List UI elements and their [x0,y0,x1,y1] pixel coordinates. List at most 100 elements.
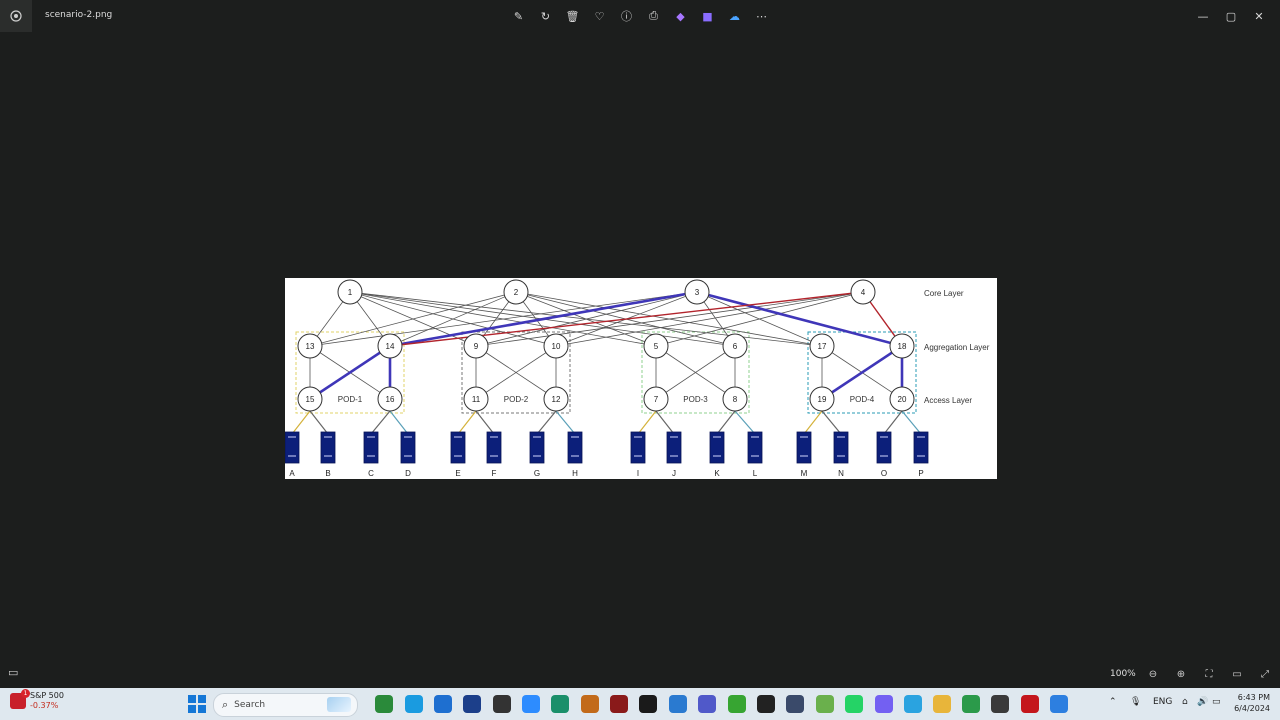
switch-node: 1 [337,279,363,305]
server-icon [529,431,545,464]
ticker-name: S&P 500 [30,691,64,700]
app-icon[interactable] [610,695,628,713]
switch-label: 13 [306,342,315,351]
server-label: K [714,469,720,478]
server-icon [666,431,682,464]
server-label: M [801,469,808,478]
zoom-out-icon[interactable]: ⊖ [1144,665,1162,683]
microphone-icon[interactable]: 🎙 [1130,697,1141,707]
fit-to-window-icon[interactable]: ⛶ [1200,665,1218,683]
rotate-icon[interactable]: ↻ [535,6,556,26]
server-uplink [734,410,756,435]
start-button[interactable] [188,695,206,713]
favorite-icon[interactable]: ♡ [589,6,610,26]
switch-label: 12 [552,395,561,404]
more-icon[interactable]: ⋯ [751,6,772,26]
server-label: D [405,469,411,478]
search-highlight-image [327,697,351,712]
switch-label: 8 [733,395,738,404]
server-label: G [534,469,540,478]
viber-icon[interactable] [875,695,893,713]
switch-node: 20 [889,386,915,412]
switch-label: 16 [386,395,395,404]
notepadpp-icon[interactable] [816,695,834,713]
layer-label: Aggregation Layer [924,343,990,352]
switch-label: 11 [472,395,481,404]
skype-icon[interactable] [405,695,423,713]
filmstrip-icon[interactable]: ▭ [8,666,18,679]
clipchamp-icon[interactable]: ◆ [670,6,691,26]
server-uplink [883,410,903,435]
edit-video-icon[interactable]: ■ [697,6,718,26]
switch-node: 19 [809,386,835,412]
search-placeholder: Search [234,700,266,710]
print-icon[interactable]: ⎙ [643,6,664,26]
taskbar-search[interactable]: ⌕ Search [213,693,358,717]
acrobat-icon[interactable] [1021,695,1039,713]
switch-node: 16 [377,386,403,412]
webex-icon[interactable] [463,695,481,713]
ticker-change: -0.37% [30,701,59,710]
server-icon [320,431,336,464]
explorer-icon[interactable] [933,695,951,713]
edge-icon[interactable] [551,695,569,713]
language-indicator[interactable]: ENG [1153,697,1172,707]
whatsapp-icon[interactable] [845,695,863,713]
switch-node: 5 [643,333,669,359]
switch-label: 2 [514,288,519,297]
github-icon[interactable] [757,695,775,713]
edit-icon[interactable]: ✎ [508,6,529,26]
server-uplink [457,410,477,435]
switch-label: 4 [861,288,866,297]
switch-label: 15 [306,395,315,404]
pod-label: POD-3 [683,395,708,404]
photos-app-icon[interactable] [0,0,32,32]
stock-widget[interactable]: 1 S&P 500 -0.37% [10,689,64,711]
system-clock[interactable]: 6:43 PM 6/4/2024 [1228,692,1270,714]
switch-node: 10 [543,333,569,359]
switch-label: 9 [474,342,479,351]
battery-icon[interactable]: ▭ [1212,697,1221,707]
server-uplink [555,410,576,435]
photos-taskbar-icon[interactable] [1050,695,1068,713]
notes-icon[interactable] [581,695,599,713]
switch-label: 6 [733,342,738,351]
chrome-edge-icon[interactable] [375,695,393,713]
zoom-in-icon[interactable]: ⊕ [1172,665,1190,683]
switch-node: 13 [297,333,323,359]
switch-label: 19 [818,395,827,404]
switch-label: 17 [818,342,827,351]
server-icon [796,431,812,464]
show-hidden-icons[interactable]: ⌃ [1109,697,1117,707]
telegram-icon[interactable] [904,695,922,713]
chrome-icon[interactable] [962,695,980,713]
pycharm-icon[interactable] [639,695,657,713]
server-icon [450,431,466,464]
viewer-toolbar: ✎ ↻ 🗑 ♡ ⓘ ⎙ ◆ ■ ☁ ⋯ [508,6,772,26]
onedrive-icon[interactable]: ☁ [724,6,745,26]
volume-icon[interactable]: 🔊 [1197,697,1208,707]
refresh-app-icon[interactable] [728,695,746,713]
fullscreen-icon[interactable]: ⤢ [1256,665,1274,683]
network-icon[interactable]: ⌂ [1182,697,1188,707]
notification-badge: 1 [21,689,30,698]
app4-icon[interactable] [669,695,687,713]
switch-label: 3 [695,288,700,297]
store-icon[interactable] [434,695,452,713]
pod-label: POD-2 [504,395,529,404]
zoom-icon[interactable] [522,695,540,713]
delete-icon[interactable]: 🗑 [562,6,583,26]
cube-app-icon[interactable] [786,695,804,713]
actual-size-icon[interactable]: ▭ [1228,665,1246,683]
server-label: E [455,469,460,478]
teams-icon[interactable] [698,695,716,713]
server-icon [363,431,379,464]
info-icon[interactable]: ⓘ [616,6,637,26]
obs-icon[interactable] [493,695,511,713]
close-button[interactable]: ✕ [1242,6,1276,26]
sublime-icon[interactable] [991,695,1009,713]
switch-node: 3 [684,279,710,305]
server-label: A [289,469,295,478]
switch-label: 7 [654,395,659,404]
image-viewer: 1 2 3 4 5 6 7 8 9 10 11 12 13 14 15 16 17 18 19 20 POD-1 POD… [0,32,1280,660]
